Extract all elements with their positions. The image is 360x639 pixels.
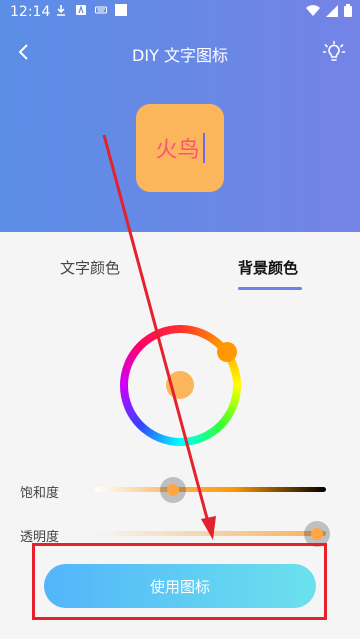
preview-text: 火鸟 xyxy=(155,138,200,163)
alpha-slider-track[interactable] xyxy=(95,531,326,536)
status-bar: 12:14 xyxy=(0,0,360,24)
download-icon xyxy=(57,5,65,16)
title-bar: DIY 文字图标 xyxy=(0,30,360,74)
icon-preview: 火鸟 xyxy=(136,104,224,192)
battery-icon xyxy=(344,4,352,17)
wifi-icon xyxy=(306,4,320,16)
tips-button[interactable] xyxy=(320,38,348,66)
saturation-slider-track[interactable] xyxy=(95,487,326,492)
status-notification-icons xyxy=(55,4,127,16)
color-tabs: 文字颜色 背景颜色 xyxy=(0,232,360,294)
tab-text-color[interactable]: 文字颜色 xyxy=(60,257,120,278)
saturation-thumb-dot xyxy=(167,484,179,496)
alpha-thumb-dot xyxy=(311,528,323,540)
saturation-slider-thumb[interactable] xyxy=(160,477,186,503)
a-box-icon xyxy=(76,5,86,15)
text-caret xyxy=(202,133,205,163)
hue-handle[interactable] xyxy=(217,342,237,362)
keyboard-icon xyxy=(95,6,107,14)
active-tab-indicator xyxy=(238,287,302,290)
annotation-highlight-box xyxy=(32,543,327,620)
page-title: DIY 文字图标 xyxy=(132,46,228,65)
tab-background-color[interactable]: 背景颜色 xyxy=(238,257,298,278)
status-time: 12:14 xyxy=(10,4,51,20)
square-icon xyxy=(115,4,127,16)
signal-icon xyxy=(326,4,338,17)
saturation-label: 饱和度 xyxy=(20,486,60,501)
status-system-icons xyxy=(306,4,352,17)
color-wheel[interactable] xyxy=(120,325,241,446)
lightbulb-icon xyxy=(322,40,346,61)
selected-color-swatch xyxy=(166,371,194,399)
